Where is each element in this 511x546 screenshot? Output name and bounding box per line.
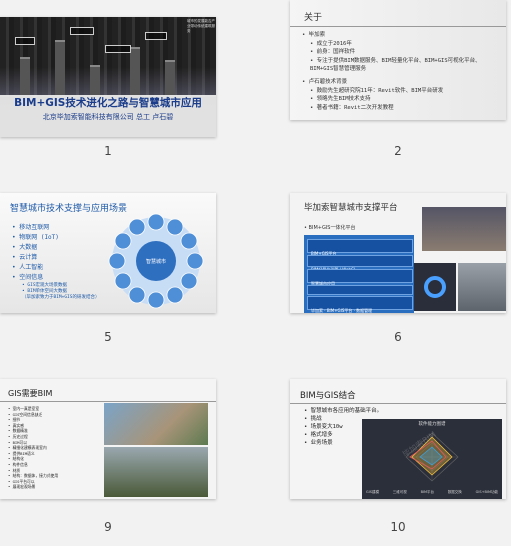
slide-subtitle: 北京毕加索智能科技有限公司 总工 卢石碧 bbox=[42, 113, 174, 121]
bullet-group: • 毕加索 • 成立于2016年 • 前身：国祥软件 • 专注于提供BIM数据服… bbox=[302, 31, 500, 74]
building-shape bbox=[20, 57, 30, 97]
circle-center-label: 智慧城市 bbox=[146, 258, 166, 265]
info-tag bbox=[15, 37, 35, 45]
building-shape bbox=[165, 60, 175, 97]
slide-thumbnail-5[interactable]: 智慧城市技术支撑与应用场景 • 移动互联网 • 物联网 (IoT) • 大数据 … bbox=[0, 193, 216, 313]
slide-thumbnail-9[interactable]: GIS需要BIM • 室内一真是室室 • GIS空间信息缺乏 • 细节 • 真实… bbox=[0, 379, 216, 499]
legend-item: GIS建模 bbox=[366, 490, 379, 494]
bim-street-model bbox=[104, 447, 208, 497]
bullet-list: • 室内一真是室室 • GIS空间信息缺乏 • 细节 • 真实感 • 数据精准 … bbox=[8, 406, 58, 490]
building-shape bbox=[55, 40, 65, 97]
panel-row: BIM轻量化引擎 | WebGL bbox=[307, 255, 413, 272]
bullet-item: • 大数据 bbox=[12, 244, 38, 251]
panel-row: BIM+GIS平台 bbox=[307, 239, 413, 256]
slide-title: 毕加索智慧城市支撑平台 bbox=[304, 203, 398, 213]
panel-row: 毕加索 · BIM+GIS平台 · 数据管理 bbox=[307, 296, 413, 313]
info-tag bbox=[70, 27, 94, 35]
slide-number: 6 bbox=[394, 330, 402, 344]
slide-subtitle: • BIM+GIS一体化平台 bbox=[304, 225, 356, 231]
bullet-item: • 结构：数据体，接力式使用 bbox=[8, 473, 59, 479]
bullet-item: • 领略先生BIM技术支持 bbox=[310, 96, 371, 102]
bullet-item: • 空间信息 bbox=[12, 274, 44, 281]
legend-item: 三维可视 bbox=[392, 490, 407, 494]
legend-item: 数据交换 bbox=[447, 490, 462, 494]
bullet-item: • 物联网 (IoT) bbox=[12, 234, 59, 241]
bullet-item: • 智慧城市各应用的基础平台。 bbox=[304, 408, 383, 414]
title-divider bbox=[0, 401, 216, 402]
slide-title: 关于 bbox=[304, 13, 323, 23]
panel-row: 智慧城市应用 bbox=[307, 269, 413, 286]
slide-thumbnail-6[interactable]: 毕加索智慧城市支撑平台 • BIM+GIS一体化平台 BIM+GIS平台 BIM… bbox=[290, 193, 506, 313]
bullet-subitem: （毕加索致力于BIM+GIS的研发结合） bbox=[22, 295, 100, 300]
bullet-item: • 鼓励先生超研究院11年：Revit软件、BIM平台研发 bbox=[310, 87, 444, 94]
bullet-item: • 成立于2016年 bbox=[310, 40, 352, 47]
bullet-item: • 云计算 bbox=[12, 254, 38, 261]
slide-number: 5 bbox=[104, 330, 112, 344]
title-divider bbox=[290, 403, 506, 404]
slide-title: GIS需要BIM bbox=[8, 389, 53, 398]
bullet-heading: • 卢石碧技术背景 bbox=[302, 79, 348, 85]
city-model-screenshot bbox=[422, 207, 506, 251]
platform-architecture-panel: BIM+GIS平台 BIM轻量化引擎 | WebGL 智慧城市应用 运维 · 数… bbox=[304, 235, 414, 313]
corner-text: 城市的发展能否产业带动传统建筑服务 bbox=[187, 19, 215, 33]
slide-thumbnail-1[interactable]: 城市的发展能否产业带动传统建筑服务 BIM+GIS技术进化之路与智慧城市应用 北… bbox=[0, 17, 216, 137]
slide-number: 10 bbox=[390, 520, 406, 534]
panel-row: 运维 · 数据平台 bbox=[307, 285, 413, 302]
bullet-item: • 专注于提供BIM数据服务、BIM轻量化平台、BIM+GIS可视化平台、BIM… bbox=[310, 57, 481, 73]
slide-thumbnail-2[interactable]: 关于 • 毕加索 • 成立于2016年 • 前身：国祥软件 • 专注于提供BIM… bbox=[290, 0, 506, 120]
bullet-item: • 著者书籍：Revit二次开发教程 bbox=[310, 104, 394, 111]
dashboard-screenshot bbox=[414, 263, 456, 311]
bullet-group: • 卢石碧技术背景 • 鼓励先生超研究院11年：Revit软件、BIM平台研发 … bbox=[302, 78, 443, 112]
slide-number: 2 bbox=[394, 144, 402, 158]
bullet-item: • 移动互联网 bbox=[12, 224, 50, 231]
info-tag bbox=[145, 32, 167, 40]
building-model-screenshot bbox=[458, 263, 506, 311]
technology-circle-diagram: 智慧城市 bbox=[108, 213, 204, 309]
bullet-item: • 前身：国祥软件 bbox=[310, 49, 356, 55]
bullet-list: • 移动互联网 • 物联网 (IoT) • 大数据 • 云计算 • 人工智能 •… bbox=[12, 223, 99, 301]
info-tag bbox=[105, 45, 131, 53]
slide-title: BIM+GIS技术进化之路与智慧城市应用 bbox=[14, 97, 202, 109]
bullet-heading: • 毕加索 bbox=[302, 32, 326, 38]
donut-chart-icon bbox=[424, 276, 446, 298]
legend-item: BIM平台 bbox=[420, 490, 435, 494]
slide-title: BIM与GIS结合 bbox=[300, 391, 356, 401]
slide-number: 9 bbox=[104, 520, 112, 534]
building-shape bbox=[90, 65, 100, 97]
legend-item: GIS+BIM功能 bbox=[475, 490, 498, 494]
slide-thumbnail-10[interactable]: BIM与GIS结合 • 智慧城市各应用的基础平台。 • 挑战 • 场景变大10w… bbox=[290, 379, 506, 499]
bullet-item: • 展现宏观场景 bbox=[8, 484, 36, 490]
slide-number: 1 bbox=[104, 144, 112, 158]
building-shape bbox=[130, 47, 140, 97]
gis-city-photo bbox=[104, 403, 208, 445]
title-divider bbox=[290, 26, 506, 27]
bullet-item: • 人工智能 bbox=[12, 264, 44, 271]
city-glow bbox=[0, 67, 216, 97]
radar-legend: GIS建模 三维可视 BIM平台 数据交换 GIS+BIM功能 bbox=[366, 490, 498, 495]
